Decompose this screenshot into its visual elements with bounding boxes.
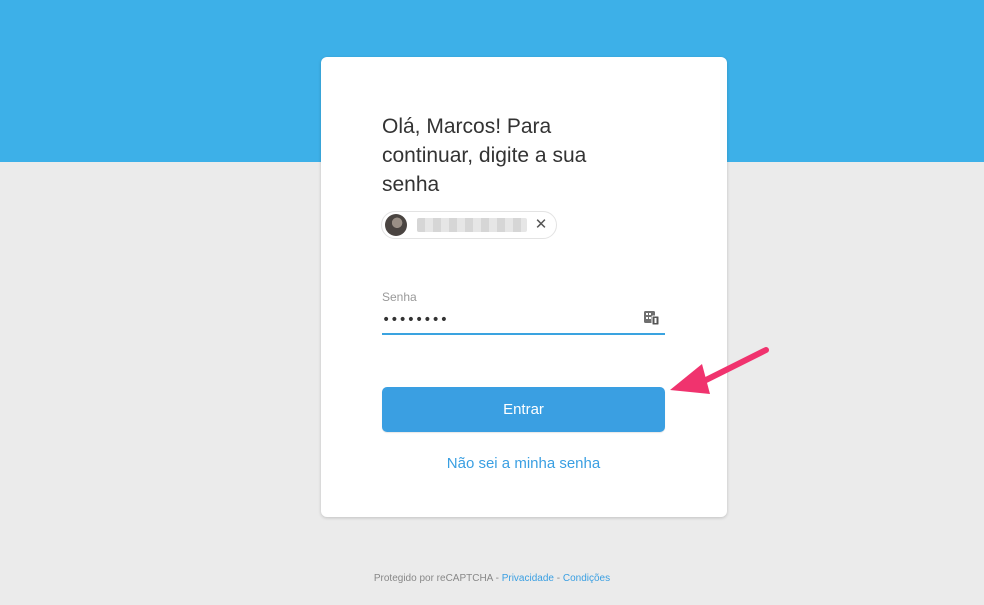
masked-email <box>417 218 527 232</box>
terms-link[interactable]: Condições <box>563 573 610 584</box>
close-icon[interactable]: ✕ <box>532 214 550 236</box>
privacy-link[interactable]: Privacidade <box>502 573 554 584</box>
page-title: Olá, Marcos! Para continuar, digite a su… <box>382 115 587 196</box>
login-card: Olá, Marcos! Para continuar, digite a su… <box>321 57 727 517</box>
footer-separator: - <box>553 573 563 584</box>
key-icon[interactable] <box>643 309 661 327</box>
user-chip[interactable]: ✕ <box>381 211 557 239</box>
footer-separator: - <box>492 573 502 584</box>
forgot-password-link[interactable]: Não sei a minha senha <box>382 455 665 472</box>
submit-button[interactable]: Entrar <box>382 387 665 432</box>
avatar <box>385 214 407 236</box>
recaptcha-footer: Protegido por reCAPTCHA - Privacidade - … <box>0 573 984 584</box>
password-label: Senha <box>382 290 417 304</box>
password-input[interactable] <box>382 307 665 335</box>
recaptcha-text: Protegido por reCAPTCHA <box>373 573 493 584</box>
arrow-icon <box>670 347 769 394</box>
